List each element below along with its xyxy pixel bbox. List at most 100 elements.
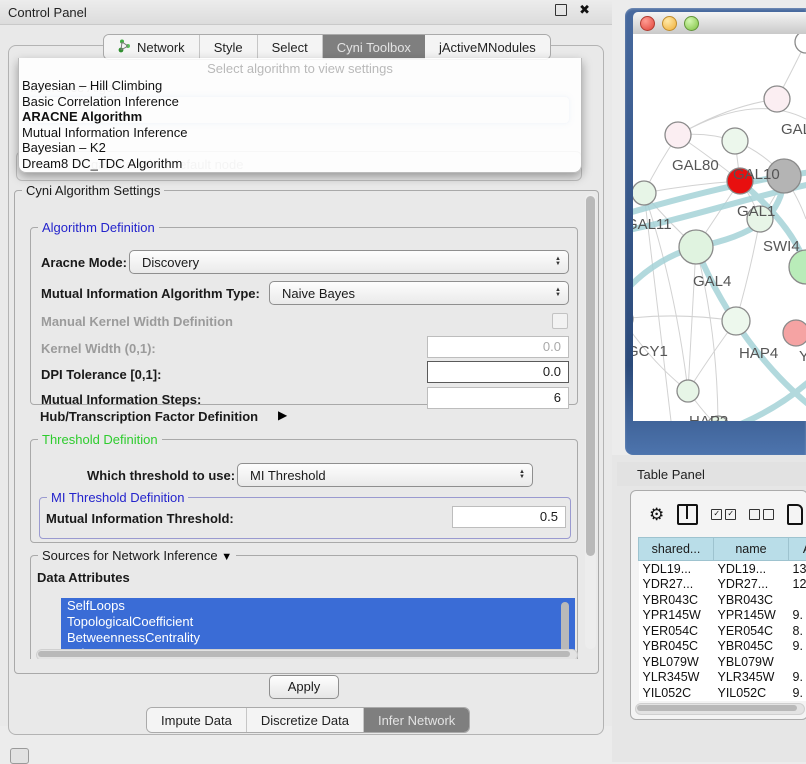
column-header[interactable]: shared...	[639, 538, 714, 561]
settings-horizontal-scrollbar[interactable]	[36, 649, 578, 659]
panel-title: Control Panel	[8, 5, 87, 20]
settings-scroll-viewport: Algorithm Definition Aracne Mode: Discov…	[16, 201, 584, 659]
network-canvas[interactable]: GALGAL80GAL10GAL1GAL11SWI4GAL4GCY1HAP4YH…	[633, 34, 806, 421]
mi-threshold-field[interactable]: 0.5	[452, 506, 566, 528]
expand-right-icon[interactable]: ▶	[278, 408, 287, 422]
which-threshold-label: Which threshold to use:	[87, 468, 235, 483]
network-node[interactable]	[633, 181, 656, 205]
table-row[interactable]: YER054CYER054C8.	[639, 623, 806, 639]
tab-jactivemnodules[interactable]: jActiveMNodules	[425, 35, 550, 59]
tab-style[interactable]: Style	[200, 35, 258, 59]
combo-stepper-icon: ▲▼	[548, 288, 568, 298]
network-node[interactable]	[677, 380, 699, 402]
node-label: GAL4	[693, 273, 731, 290]
algorithm-option[interactable]: Basic Correlation Inference	[19, 94, 581, 110]
network-icon	[118, 39, 131, 56]
tab-select[interactable]: Select	[258, 35, 323, 59]
table-row[interactable]: YBR043CYBR043C	[639, 592, 806, 608]
network-window-titlebar[interactable]	[633, 12, 806, 35]
close-window-icon[interactable]	[640, 16, 655, 31]
node-label: HAP2	[689, 413, 728, 421]
apply-button[interactable]: Apply	[269, 675, 339, 699]
table-row[interactable]: YPR145WYPR145W9.	[639, 608, 806, 624]
attribute-list-item[interactable]: SelfLoops	[61, 598, 575, 614]
hub-definition-label: Hub/Transcription Factor Definition	[40, 409, 258, 424]
dpi-tolerance-field[interactable]: 0.0	[427, 361, 569, 383]
table-row[interactable]: YIL052CYIL052C9.	[639, 685, 806, 701]
gear-icon[interactable]: ⚙	[649, 506, 664, 523]
cyni-algorithm-settings-group: Cyni Algorithm Settings Algorithm Defini…	[14, 190, 599, 674]
minimize-window-icon[interactable]	[662, 16, 677, 31]
tab-impute-data[interactable]: Impute Data	[147, 708, 247, 732]
manual-kernel-width-checkbox[interactable]	[552, 313, 568, 329]
control-panel: Control Panel ✖ Network Style Select Cyn…	[0, 0, 612, 726]
network-view-window[interactable]: GALGAL80GAL10GAL1GAL11SWI4GAL4GCY1HAP4YH…	[625, 8, 806, 455]
algorithm-option[interactable]: Mutual Information Inference	[19, 125, 581, 141]
mi-steps-field[interactable]: 6	[427, 387, 569, 409]
table-toolbar: ⚙ ✓✓	[631, 499, 806, 529]
table-card: ⚙ ✓✓ shared...nameA YDL19...YDL19...13YD…	[630, 490, 806, 720]
algorithm-option[interactable]: Dream8 DC_TDC Algorithm	[19, 156, 581, 172]
attribute-list-item[interactable]: BetweennessCentrality	[61, 630, 575, 646]
aracne-mode-combobox[interactable]: Discovery ▲▼	[129, 250, 569, 274]
tab-network[interactable]: Network	[104, 35, 200, 59]
column-layout-icon[interactable]	[677, 504, 698, 525]
network-node[interactable]	[679, 230, 713, 264]
float-panel-icon[interactable]	[555, 4, 567, 16]
close-panel-icon[interactable]: ✖	[579, 5, 590, 15]
table-row[interactable]: YBR045CYBR045C9.	[639, 639, 806, 655]
node-label: GCY1	[633, 343, 668, 360]
which-threshold-combobox[interactable]: MI Threshold ▲▼	[237, 463, 533, 487]
combo-stepper-icon: ▲▼	[548, 257, 568, 267]
control-panel-titlebar: Control Panel ✖	[0, 0, 612, 25]
network-node[interactable]	[789, 250, 806, 284]
combo-stepper-icon: ▲▼	[512, 470, 532, 480]
network-node[interactable]	[722, 307, 750, 335]
export-table-icon[interactable]	[787, 504, 803, 525]
network-node[interactable]	[722, 128, 748, 154]
threshold-definition-title: Threshold Definition	[38, 432, 162, 447]
tab-infer-network[interactable]: Infer Network	[364, 708, 469, 732]
column-header[interactable]: name	[714, 538, 789, 561]
table-row[interactable]: YBL079WYBL079W	[639, 654, 806, 670]
deselect-all-icon[interactable]	[749, 509, 774, 520]
node-label: GAL1	[737, 203, 775, 220]
network-node[interactable]	[795, 34, 806, 53]
tab-discretize-data[interactable]: Discretize Data	[247, 708, 364, 732]
aracne-mode-label: Aracne Mode:	[41, 255, 127, 270]
threshold-definition-group: Threshold Definition Which threshold to …	[30, 439, 578, 543]
collapse-down-icon[interactable]: ▼	[221, 551, 232, 563]
algorithm-option[interactable]: Bayesian – Hill Climbing	[19, 78, 581, 94]
settings-vertical-scrollbar[interactable]	[585, 194, 596, 649]
kernel-width-field[interactable]: 0.0	[427, 336, 569, 358]
mi-threshold-definition-group: MI Threshold Definition Mutual Informati…	[39, 497, 571, 539]
node-attribute-table[interactable]: shared...nameA YDL19...YDL19...13YDR27..…	[638, 537, 806, 701]
table-row[interactable]: YDR27...YDR27...12	[639, 577, 806, 593]
tab-cyni-toolbox[interactable]: Cyni Toolbox	[323, 35, 425, 59]
column-header[interactable]: A	[789, 538, 806, 561]
mi-algorithm-type-combobox[interactable]: Naive Bayes ▲▼	[269, 281, 569, 305]
select-all-icon[interactable]: ✓✓	[711, 509, 736, 520]
mi-algorithm-type-label: Mutual Information Algorithm Type:	[41, 286, 260, 301]
algorithm-option[interactable]: ARACNE Algorithm	[19, 109, 581, 125]
table-horizontal-scrollbar[interactable]	[635, 703, 805, 715]
attribute-list-item[interactable]: TopologicalCoefficient	[61, 614, 575, 630]
table-panel-title: Table Panel	[637, 467, 705, 482]
sources-title: Sources for Network Inference ▼	[38, 548, 236, 565]
network-node[interactable]	[665, 122, 691, 148]
mi-threshold-label: Mutual Information Threshold:	[46, 511, 234, 526]
algorithm-dropdown-popup: Select algorithm to view settings Bayesi…	[18, 58, 582, 173]
network-thick-edges	[633, 172, 806, 421]
algorithm-definition-group: Algorithm Definition Aracne Mode: Discov…	[30, 227, 578, 405]
node-label: SWI4	[763, 238, 800, 255]
bottom-tabs: Impute Data Discretize Data Infer Networ…	[146, 707, 470, 733]
table-panel-region: Table Panel ⚙ ✓✓ shared...nameA YDL19...…	[612, 455, 806, 762]
settings-group-title: Cyni Algorithm Settings	[22, 183, 164, 198]
algorithm-option[interactable]: Bayesian – K2	[19, 140, 581, 156]
zoom-window-icon[interactable]	[684, 16, 699, 31]
table-row[interactable]: YDL19...YDL19...13	[639, 561, 806, 577]
network-node[interactable]	[783, 320, 806, 346]
network-node[interactable]	[764, 86, 790, 112]
kernel-width-label: Kernel Width (0,1):	[41, 341, 156, 356]
table-row[interactable]: YLR345WYLR345W9.	[639, 670, 806, 686]
